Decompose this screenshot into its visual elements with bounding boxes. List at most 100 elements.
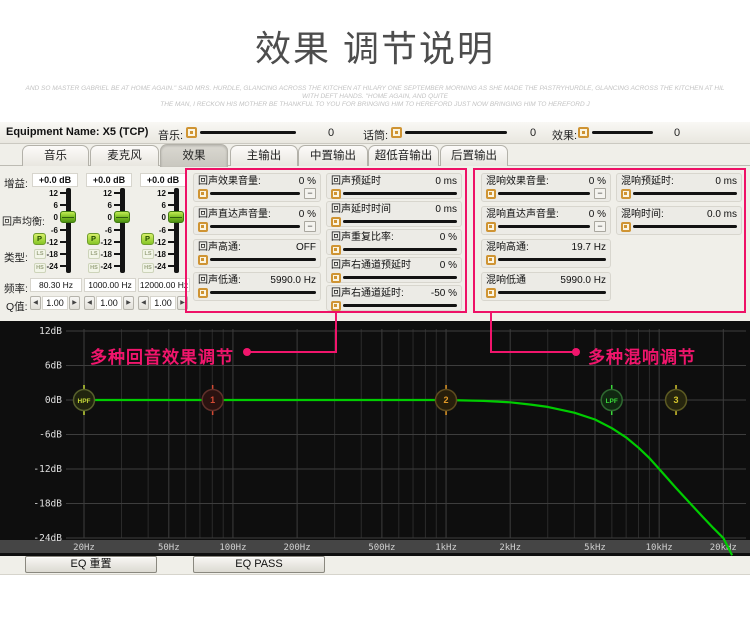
control-slider[interactable]: − (486, 188, 606, 199)
echo-callout-hline (250, 351, 337, 353)
control-label: 回声直达声音量: (198, 209, 271, 220)
control-value: 5990.0 Hz (560, 275, 606, 286)
slider-handle[interactable] (331, 300, 341, 311)
control-header: 回声直达声音量: 0 % (198, 208, 316, 221)
filter-type-lowshelf-button[interactable]: LS (88, 249, 100, 259)
eq-scale-tick (168, 204, 174, 207)
eq-scale-label: 6 (161, 201, 166, 211)
filter-type-lowshelf-button[interactable]: LS (142, 249, 154, 259)
slider-handle[interactable] (486, 188, 496, 199)
echo-column: 回声预延时 0 ms 回声延时时间 0 ms 回声重复比率: 0 % 回声右通道预延时 0 %… (326, 173, 462, 311)
channel-eq-slider-track[interactable] (66, 188, 71, 273)
filter-type-highshelf-button[interactable]: HS (88, 263, 100, 273)
channel-eq-slider-handle[interactable] (168, 211, 184, 224)
q-row-label: Q值: (6, 301, 28, 313)
control-slider[interactable]: − (198, 188, 316, 199)
slider-handle[interactable] (331, 244, 341, 255)
slider-track (405, 131, 507, 134)
eq-scale-tick (114, 240, 120, 243)
slider-handle[interactable] (486, 221, 496, 232)
x-tick-label: 200Hz (284, 543, 311, 553)
echo-control: 回声右通道延时: -50 % (326, 285, 462, 311)
reverb-callout-vline (490, 313, 492, 353)
y-tick-label: 0dB (45, 395, 62, 406)
filter-type-highshelf-button[interactable]: HS (34, 263, 46, 273)
mute-button[interactable]: − (304, 221, 316, 232)
filter-type-peak-button[interactable]: P (141, 233, 154, 245)
tab-音乐[interactable]: 音乐 (22, 145, 89, 166)
tab-主输出[interactable]: 主输出 (230, 145, 298, 166)
slider-track (343, 276, 457, 279)
mute-button[interactable]: − (304, 188, 316, 199)
tab-麦克风[interactable]: 麦克风 (90, 145, 159, 166)
control-label: 回声重复比率: (331, 232, 394, 243)
control-slider[interactable]: − (486, 221, 606, 232)
slider-handle[interactable] (621, 188, 631, 199)
slider-handle[interactable] (486, 254, 496, 265)
channel-eq-slider-track[interactable] (120, 188, 125, 273)
control-header: 混响直达声音量: 0 % (486, 208, 606, 221)
q-spin-down-button[interactable]: ◀ (30, 296, 41, 310)
control-slider[interactable] (621, 221, 737, 232)
control-slider[interactable] (331, 272, 457, 283)
control-slider[interactable] (331, 216, 457, 227)
control-value: 19.7 Hz (571, 242, 606, 253)
reverb-control: 混响直达声音量: 0 % − (481, 206, 611, 235)
tab-中置输出[interactable]: 中置输出 (298, 145, 368, 166)
eq-scale-label: 0 (53, 213, 58, 223)
music-level-slider[interactable] (186, 127, 296, 140)
slider-track (210, 258, 316, 261)
slider-handle[interactable] (331, 272, 341, 283)
eq-reset-button[interactable]: EQ 重置 (25, 556, 157, 573)
filter-type-highshelf-button[interactable]: HS (142, 263, 154, 273)
tab-效果[interactable]: 效果 (160, 144, 228, 167)
channel-eq-slider-track[interactable] (174, 188, 179, 273)
slider-handle[interactable] (331, 216, 341, 227)
mute-button[interactable]: − (594, 188, 606, 199)
control-slider[interactable] (331, 300, 457, 311)
eq-scale-tick (114, 253, 120, 255)
q-spin-down-button[interactable]: ◀ (84, 296, 95, 310)
q-spin-up-button[interactable]: ▶ (69, 296, 80, 310)
control-slider[interactable] (331, 244, 457, 255)
filter-type-peak-button[interactable]: P (87, 233, 100, 245)
slider-handle[interactable] (198, 287, 208, 298)
mute-button[interactable]: − (594, 221, 606, 232)
slider-handle[interactable] (391, 127, 402, 138)
slider-handle[interactable] (198, 254, 208, 265)
q-value-display: 1.00 (96, 296, 122, 310)
slider-handle[interactable] (198, 188, 208, 199)
slider-track (343, 192, 457, 195)
slider-handle[interactable] (186, 127, 197, 138)
q-spin-down-button[interactable]: ◀ (138, 296, 149, 310)
control-slider[interactable] (486, 254, 606, 265)
control-slider[interactable] (198, 254, 316, 265)
slider-handle[interactable] (198, 221, 208, 232)
slider-track (210, 291, 316, 294)
echo-control: 回声低通: 5990.0 Hz (193, 272, 321, 301)
eq-scale-label: 12 (49, 189, 58, 198)
x-tick-label: 50Hz (158, 543, 180, 553)
mic-level-slider[interactable] (391, 127, 507, 140)
control-slider[interactable] (621, 188, 737, 199)
control-slider[interactable] (486, 287, 606, 298)
q-value-display: 1.00 (42, 296, 68, 310)
control-slider[interactable] (198, 287, 316, 298)
q-spin-up-button[interactable]: ▶ (123, 296, 134, 310)
slider-handle[interactable] (486, 287, 496, 298)
effect-level-slider[interactable] (578, 127, 653, 140)
channel-eq-slider-handle[interactable] (114, 211, 130, 224)
control-header: 回声右通道预延时 0 % (331, 259, 457, 272)
channel-frequency-display: 80.30 Hz (30, 278, 82, 292)
tab-后置输出[interactable]: 后置输出 (440, 145, 508, 166)
tab-超低音输出[interactable]: 超低音输出 (368, 145, 439, 166)
slider-handle[interactable] (331, 188, 341, 199)
slider-handle[interactable] (621, 221, 631, 232)
filter-type-peak-button[interactable]: P (33, 233, 46, 245)
eq-pass-button[interactable]: EQ PASS (193, 556, 325, 573)
channel-eq-slider-handle[interactable] (60, 211, 76, 224)
control-slider[interactable] (331, 188, 457, 199)
filter-type-lowshelf-button[interactable]: LS (34, 249, 46, 259)
slider-handle[interactable] (578, 127, 589, 138)
control-slider[interactable]: − (198, 221, 316, 232)
